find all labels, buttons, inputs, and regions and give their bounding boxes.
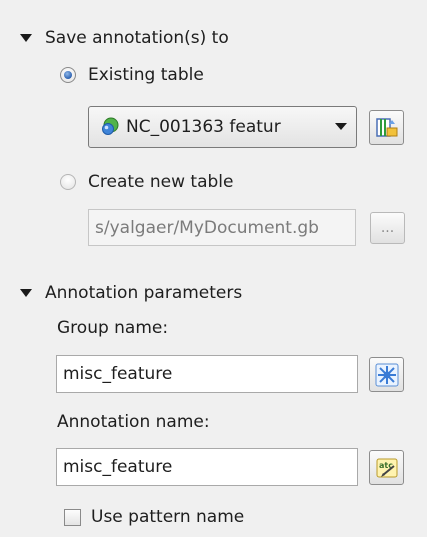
existing-table-radio[interactable]	[60, 67, 76, 83]
sequence-object-icon	[99, 116, 121, 138]
annotation-settings-panel: Save annotation(s) to Existing table NC_…	[0, 0, 427, 537]
create-new-table-radio-row[interactable]: Create new table	[60, 172, 234, 192]
browse-button-label: ...	[380, 220, 395, 236]
browse-button[interactable]: ...	[370, 212, 405, 244]
params-section-title: Annotation parameters	[45, 283, 243, 303]
group-name-field[interactable]: misc_feature	[56, 355, 358, 393]
group-picker-button[interactable]	[369, 357, 404, 392]
triangle-down-icon	[20, 34, 32, 42]
annotation-name-field[interactable]: misc_feature	[56, 448, 358, 486]
group-name-label: Group name:	[57, 318, 169, 338]
group-tree-icon	[375, 363, 399, 387]
new-table-path-field[interactable]: s/yalgaer/MyDocument.gb	[88, 209, 356, 246]
group-name-value: misc_feature	[63, 364, 173, 384]
save-section-header[interactable]: Save annotation(s) to	[20, 28, 229, 48]
table-combo-value: NC_001363 featur	[126, 117, 281, 137]
annotation-name-label: Annotation name:	[57, 412, 210, 432]
triangle-down-icon	[20, 289, 32, 297]
save-section-title: Save annotation(s) to	[45, 28, 229, 48]
new-table-path-value: s/yalgaer/MyDocument.gb	[95, 217, 319, 238]
table-select-icon	[375, 116, 399, 140]
annotation-text-icon: atc	[375, 456, 399, 480]
annotation-name-picker-button[interactable]: atc	[369, 450, 404, 485]
create-new-table-label: Create new table	[88, 172, 234, 192]
select-table-button[interactable]	[369, 110, 404, 145]
table-combo[interactable]: NC_001363 featur	[88, 106, 357, 148]
existing-table-label: Existing table	[88, 65, 204, 85]
chevron-down-icon[interactable]	[335, 123, 347, 130]
annotation-name-value: misc_feature	[63, 457, 173, 477]
use-pattern-name-row[interactable]: Use pattern name	[64, 507, 244, 527]
create-new-table-radio[interactable]	[60, 174, 76, 190]
existing-table-radio-row[interactable]: Existing table	[60, 65, 204, 85]
params-section-header[interactable]: Annotation parameters	[20, 283, 242, 303]
use-pattern-name-label: Use pattern name	[91, 507, 245, 527]
use-pattern-name-checkbox[interactable]	[64, 508, 81, 526]
